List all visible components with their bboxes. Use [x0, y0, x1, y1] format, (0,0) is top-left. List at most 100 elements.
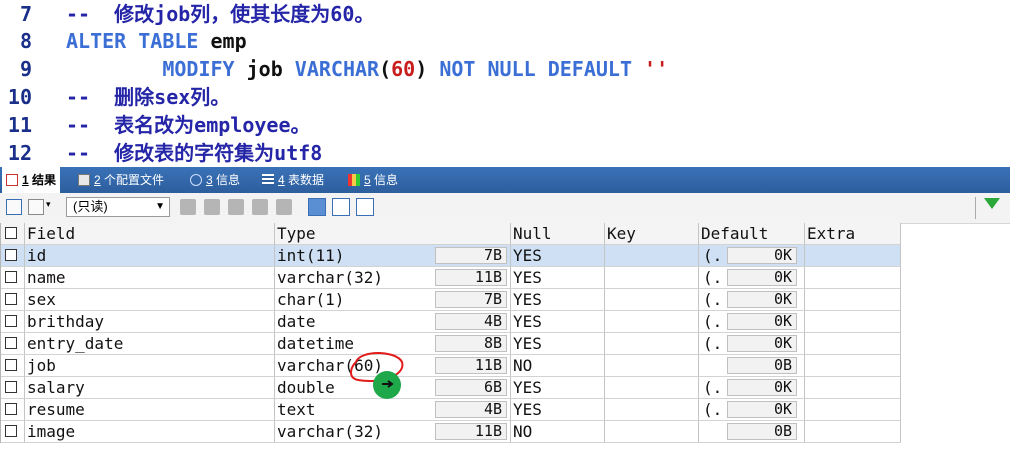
header-default[interactable]: Default	[699, 223, 805, 245]
row-checkbox[interactable]	[5, 381, 17, 393]
key-cell[interactable]	[605, 355, 699, 377]
header-null[interactable]: Null	[511, 223, 605, 245]
row-checkbox[interactable]	[5, 315, 17, 327]
type-cell[interactable]: text 4B	[275, 399, 511, 421]
field-cell[interactable]: sex	[25, 289, 275, 311]
header-type[interactable]: Type	[275, 223, 511, 245]
table-row[interactable]: id int(11) 7B YES (. 0K	[1, 245, 901, 267]
row-select-cell[interactable]	[1, 421, 25, 443]
type-cell[interactable]: date 4B	[275, 311, 511, 333]
row-select-cell[interactable]	[1, 311, 25, 333]
field-cell[interactable]: image	[25, 421, 275, 443]
code-text[interactable]: -- 修改job列，使其长度为60。	[66, 0, 374, 28]
type-cell[interactable]: int(11) 7B	[275, 245, 511, 267]
code-text[interactable]: -- 修改表的字符集为utf8	[66, 139, 322, 164]
tab-profile[interactable]: 2 个配置文件	[78, 167, 164, 193]
duplicate-icon[interactable]	[204, 199, 220, 215]
extra-cell[interactable]	[805, 399, 901, 421]
table-row[interactable]: job varchar(60) 11B NO 0B	[1, 355, 901, 377]
default-cell[interactable]: (. 0K	[699, 289, 805, 311]
key-cell[interactable]	[605, 399, 699, 421]
extra-cell[interactable]	[805, 311, 901, 333]
code-text[interactable]: ALTER TABLE emp	[66, 27, 247, 55]
type-cell[interactable]: varchar(32) 11B	[275, 267, 511, 289]
table-row[interactable]: brithday date 4B YES (. 0K	[1, 311, 901, 333]
table-row[interactable]: sex char(1) 7B YES (. 0K	[1, 289, 901, 311]
field-cell[interactable]: job	[25, 355, 275, 377]
type-cell[interactable]: double 6B	[275, 377, 511, 399]
null-cell[interactable]: YES	[511, 267, 605, 289]
row-checkbox[interactable]	[5, 271, 17, 283]
default-cell[interactable]: (. 0K	[699, 245, 805, 267]
extra-cell[interactable]	[805, 421, 901, 443]
extra-cell[interactable]	[805, 377, 901, 399]
table-row[interactable]: name varchar(32) 11B YES (. 0K	[1, 267, 901, 289]
row-select-cell[interactable]	[1, 289, 25, 311]
null-cell[interactable]: NO	[511, 355, 605, 377]
tab-info-2[interactable]: 5 信息	[348, 167, 398, 193]
tab-table-data[interactable]: 4 表数据	[262, 167, 324, 193]
type-cell[interactable]: char(1) 7B	[275, 289, 511, 311]
type-cell[interactable]: datetime 8B	[275, 333, 511, 355]
row-checkbox[interactable]	[5, 359, 17, 371]
form-view-icon[interactable]	[332, 198, 350, 216]
filter-icon[interactable]	[984, 198, 1000, 209]
refresh-icon[interactable]	[276, 199, 292, 215]
key-cell[interactable]	[605, 289, 699, 311]
row-select-cell[interactable]	[1, 377, 25, 399]
extra-cell[interactable]	[805, 355, 901, 377]
null-cell[interactable]: YES	[511, 245, 605, 267]
extra-cell[interactable]	[805, 245, 901, 267]
field-cell[interactable]: resume	[25, 399, 275, 421]
row-checkbox[interactable]	[5, 293, 17, 305]
header-extra[interactable]: Extra	[805, 223, 901, 245]
row-select-cell[interactable]	[1, 333, 25, 355]
extra-cell[interactable]	[805, 267, 901, 289]
table-row[interactable]: salary double 6B YES (. 0K	[1, 377, 901, 399]
copy-icon[interactable]	[180, 199, 196, 215]
null-cell[interactable]: YES	[511, 377, 605, 399]
type-cell[interactable]: varchar(60) 11B	[275, 355, 511, 377]
null-cell[interactable]: YES	[511, 289, 605, 311]
tab-info[interactable]: 3 信息	[190, 167, 240, 193]
tab-result[interactable]: 1 结果	[2, 167, 61, 193]
key-cell[interactable]	[605, 267, 699, 289]
code-text[interactable]: -- 表名改为employee。	[66, 111, 311, 139]
default-cell[interactable]: (. 0K	[699, 399, 805, 421]
row-select-cell[interactable]	[1, 355, 25, 377]
new-row-icon[interactable]	[6, 199, 22, 215]
row-checkbox[interactable]	[5, 337, 17, 349]
key-cell[interactable]	[605, 333, 699, 355]
select-all-checkbox[interactable]	[5, 227, 17, 239]
grid-view-icon[interactable]	[308, 198, 326, 216]
header-field[interactable]: Field	[25, 223, 275, 245]
key-cell[interactable]	[605, 311, 699, 333]
field-cell[interactable]: entry_date	[25, 333, 275, 355]
row-select-cell[interactable]	[1, 245, 25, 267]
row-select-cell[interactable]	[1, 267, 25, 289]
row-checkbox[interactable]	[5, 403, 17, 415]
extra-cell[interactable]	[805, 333, 901, 355]
result-grid[interactable]: Field Type Null Key Default Extra id int(…	[0, 223, 902, 443]
header-select-cell[interactable]	[1, 223, 25, 245]
table-row[interactable]: entry_date datetime 8B YES (. 0K	[1, 333, 901, 355]
delete-icon[interactable]	[252, 199, 268, 215]
readonly-select[interactable]: (只读) ▼	[66, 197, 170, 217]
default-cell[interactable]: (. 0K	[699, 333, 805, 355]
text-view-icon[interactable]	[356, 198, 374, 216]
dropdown-icon[interactable]	[28, 199, 44, 215]
key-cell[interactable]	[605, 421, 699, 443]
default-cell[interactable]: (. 0K	[699, 311, 805, 333]
header-key[interactable]: Key	[605, 223, 699, 245]
row-checkbox[interactable]	[5, 249, 17, 261]
field-cell[interactable]: brithday	[25, 311, 275, 333]
table-row[interactable]: image varchar(32) 11B NO 0B	[1, 421, 901, 443]
row-select-cell[interactable]	[1, 399, 25, 421]
default-cell[interactable]: 0B	[699, 355, 805, 377]
key-cell[interactable]	[605, 377, 699, 399]
type-cell[interactable]: varchar(32) 11B	[275, 421, 511, 443]
row-checkbox[interactable]	[5, 425, 17, 437]
default-cell[interactable]: (. 0K	[699, 267, 805, 289]
field-cell[interactable]: id	[25, 245, 275, 267]
null-cell[interactable]: NO	[511, 421, 605, 443]
